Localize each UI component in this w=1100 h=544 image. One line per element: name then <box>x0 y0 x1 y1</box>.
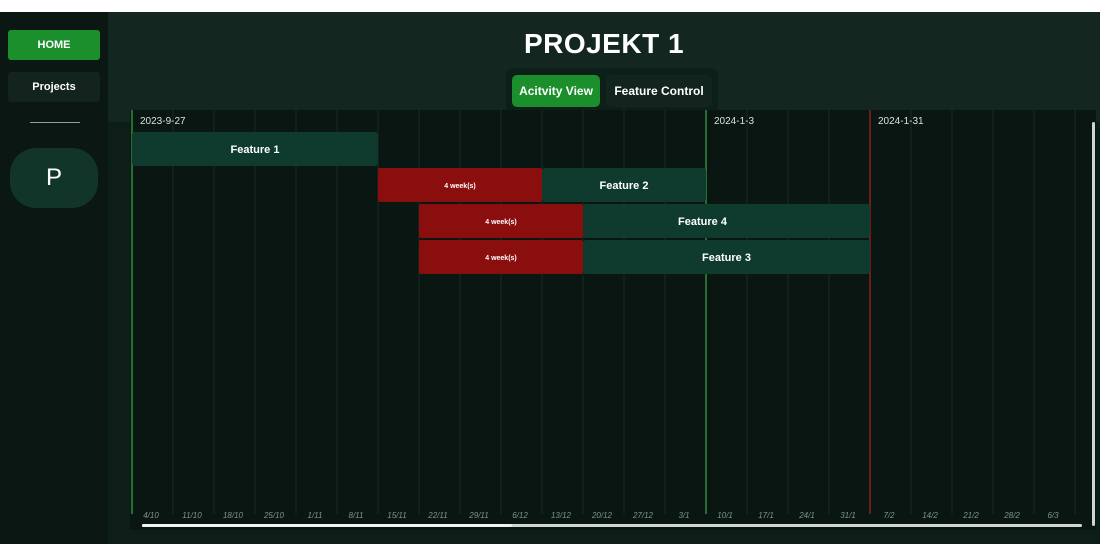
week-tick-label: 20/12 <box>591 511 613 520</box>
week-tick-label: 18/10 <box>223 511 244 520</box>
horizontal-scrollbar[interactable] <box>130 522 1096 530</box>
tab-activity-view[interactable]: Acitvity View <box>512 75 600 107</box>
feature-label: Feature 4 <box>678 216 728 228</box>
view-toggle: Acitvity View Feature Control <box>506 68 718 114</box>
week-tick-label: 3/1 <box>678 511 689 520</box>
week-tick-label: 6/3 <box>1047 511 1059 520</box>
date-label: 2024-1-3 <box>714 116 754 127</box>
week-tick-label: 29/11 <box>468 511 488 520</box>
week-tick-label: 11/10 <box>182 511 202 520</box>
gantt-canvas: 2023-9-27 2024-1-3 2024-1-31 4/10 11/10 18/10… <box>131 110 1076 520</box>
week-tick-label: 8/11 <box>349 511 364 520</box>
page-header: PROJEKT 1 Acitvity View Feature Control <box>108 12 1100 122</box>
week-tick-label: 25/10 <box>263 511 285 520</box>
projects-button[interactable]: Projects <box>8 72 100 102</box>
page-title: PROJEKT 1 <box>523 28 685 59</box>
week-tick-label: 17/1 <box>758 511 774 520</box>
home-button[interactable]: HOME <box>8 30 100 60</box>
feature-label: Feature 1 <box>231 144 280 156</box>
week-tick-label: 28/2 <box>1003 511 1020 520</box>
week-tick-label: 24/1 <box>798 511 815 520</box>
horizontal-scroll-thumb[interactable] <box>142 524 512 527</box>
week-tick-label: 1/11 <box>308 511 323 520</box>
week-tick-label: 14/2 <box>922 511 938 520</box>
week-tick-label: 10/1 <box>717 511 733 520</box>
feature-label: Feature 2 <box>600 180 649 192</box>
week-tick-label: 22/11 <box>427 511 447 520</box>
sidebar: HOME Projects P <box>0 12 108 544</box>
week-tick-label: 13/12 <box>551 511 572 520</box>
vertical-scrollbar[interactable] <box>1092 122 1095 526</box>
gantt-chart: 2023-9-27 2024-1-3 2024-1-31 4/10 11/10 18/10… <box>130 110 1096 526</box>
date-label: 2023-9-27 <box>140 116 186 127</box>
delay-label: 4 week(s) <box>485 255 517 262</box>
tab-feature-control[interactable]: Feature Control <box>606 75 712 107</box>
week-tick-label: 4/10 <box>143 511 159 520</box>
feature-label: Feature 3 <box>702 252 751 264</box>
delay-label: 4 week(s) <box>444 183 476 190</box>
project-avatar-button[interactable]: P <box>10 148 98 208</box>
week-tick-label: 27/12 <box>632 511 654 520</box>
delay-label: 4 week(s) <box>485 219 517 226</box>
week-tick-label: 31/1 <box>840 511 856 520</box>
week-tick-label: 21/2 <box>962 511 979 520</box>
date-label: 2024-1-31 <box>878 116 924 127</box>
sidebar-divider <box>30 122 80 123</box>
week-tick-label: 6/12 <box>512 511 528 520</box>
week-tick-label: 15/11 <box>387 511 406 520</box>
week-tick-label: 7/2 <box>883 511 895 520</box>
